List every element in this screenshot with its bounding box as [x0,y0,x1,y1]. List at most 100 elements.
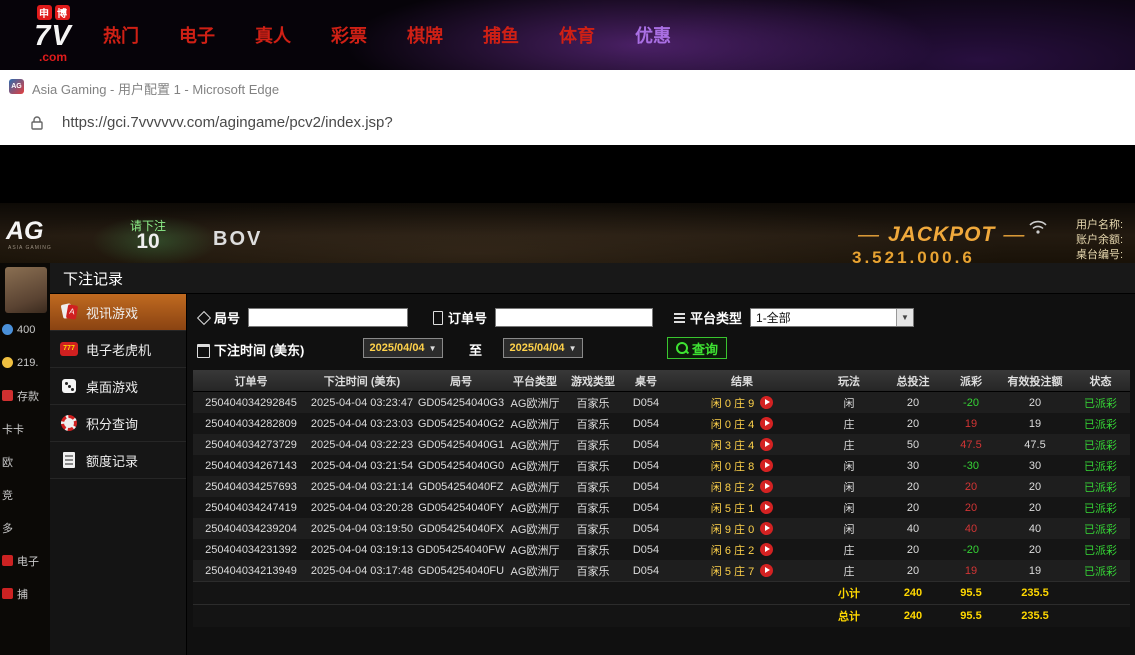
cell-valid_bet: 20 [999,497,1071,518]
replay-button[interactable] [760,500,774,514]
replay-button[interactable] [760,437,774,451]
table-row: 250404034239204 2025-04-04 03:19:50 GD0542… [193,518,1130,539]
replay-button[interactable] [760,563,774,577]
subtotal-row: 小计 240 95.5 235.5 [193,581,1130,605]
screen: 申 博 7V .com 热门 电子 真人 彩票 棋牌 捕鱼 体育 优惠 AG Asia Gam… [0,0,1135,655]
menu-item-桌面游戏[interactable]: 桌面游戏 [50,368,186,405]
cell-status: 已派彩 [1071,497,1130,518]
search-button-label: 查询 [692,341,719,357]
cell-status: 已派彩 [1071,476,1130,497]
platform-filter: 平台类型 1-全部 ▼ [673,306,915,328]
result-text: 闲 6 庄 2 [710,544,755,557]
date-from-picker[interactable]: 2025/04/04 ▼ [363,338,443,358]
column-header: 平台类型 [507,370,563,392]
time-label: 下注时间 (美东) [214,342,305,358]
replay-button[interactable] [760,395,774,409]
menu-item-label: 电子老虎机 [86,342,152,358]
lobby-item[interactable]: 竞 [2,486,49,503]
slot-machine-icon [60,340,78,358]
left-strip: 400 219. 存款卡卡欧竞多电子捕 [2,321,49,618]
browser-titlebar: AG Asia Gaming - 用户配置 1 - Microsoft Edge [0,70,1135,104]
date-to-picker[interactable]: 2025/04/04 ▼ [503,338,583,358]
cell-status: 已派彩 [1071,539,1130,560]
nav-item-真人[interactable]: 真人 [255,22,291,48]
url-text: https://gci.7vvvvvv.com/agingame/pcv2/in… [62,114,393,131]
result-text: 闲 9 庄 0 [710,523,755,536]
user-info-label: 账户余额: [1076,234,1124,246]
cell-game: 百家乐 [563,518,623,539]
video-game-icon [60,303,78,321]
column-header: 订单号 [193,370,309,392]
nav-item-优惠[interactable]: 优惠 [635,22,671,48]
bet-records-table: 订单号 下注时间 (美东) 局号 平台类型 游戏类型 桌号 结果 玩法 总投注 派彩 有效投注额 状态… [193,370,1130,627]
cell-status: 已派彩 [1071,455,1130,476]
table-row: 250404034273729 2025-04-04 03:22:23 GD0542… [193,434,1130,455]
replay-button[interactable] [760,542,774,556]
nav-item-彩票[interactable]: 彩票 [331,22,367,48]
nav-item-捕鱼[interactable]: 捕鱼 [483,22,519,48]
order-input[interactable] [495,307,654,327]
cell-game: 百家乐 [563,539,623,560]
platform-select[interactable]: 1-全部 ▼ [750,307,915,327]
lobby-item[interactable]: 卡卡 [2,420,49,437]
cell-time: 2025-04-04 03:21:54 [309,455,415,476]
summary-payout: 95.5 [943,604,999,627]
search-button[interactable]: 查询 [667,337,728,359]
cell-table: D054 [623,560,669,582]
cell-status: 已派彩 [1071,560,1130,582]
chevron-down-icon: ▼ [896,308,914,326]
lobby-item[interactable]: 存款 [2,387,49,404]
replay-button[interactable] [760,458,774,472]
cell-platform: AG欧洲厅 [507,391,563,413]
menu-item-视讯游戏[interactable]: 视讯游戏 [50,294,186,331]
menu-item-额度记录[interactable]: 额度记录 [50,442,186,479]
points-icon [60,414,78,432]
cell-time: 2025-04-04 03:22:23 [309,434,415,455]
lobby-item[interactable]: 捕 [2,585,49,602]
nav-item-热门[interactable]: 热门 [103,22,139,48]
column-header: 桌号 [623,370,669,392]
avatar[interactable] [5,267,47,313]
order-filter: 订单号 [431,306,654,328]
menu-item-积分查询[interactable]: 积分查询 [50,405,186,442]
column-header: 状态 [1071,370,1130,392]
modal-titlebar: 下注记录 [50,263,1135,294]
lobby-item[interactable]: 欧 [2,453,49,470]
cell-time: 2025-04-04 03:23:47 [309,391,415,413]
replay-button[interactable] [760,479,774,493]
cell-play: 庄 [815,434,883,455]
cell-status: 已派彩 [1071,413,1130,434]
nav-item-电子[interactable]: 电子 [179,22,215,48]
round-input[interactable] [248,307,409,327]
site-logo[interactable]: 申 博 7V .com [22,5,84,63]
menu-item-电子老虎机[interactable]: 电子老虎机 [50,331,186,368]
nav-item-体育[interactable]: 体育 [559,22,595,48]
nav-item-棋牌[interactable]: 棋牌 [407,22,443,48]
cell-valid_bet: 20 [999,476,1071,497]
cell-order_id: 250404034231392 [193,539,309,560]
lobby-item-label: 多 [2,522,13,535]
lobby-item[interactable]: 电子 [2,552,49,569]
menu-item-label: 额度记录 [86,453,139,469]
cell-order_id: 250404034257693 [193,476,309,497]
user-info-label: 桌台编号: [1076,249,1124,261]
replay-button[interactable] [760,521,774,535]
lobby-item[interactable]: 多 [2,519,49,536]
result-text: 闲 8 庄 2 [710,481,755,494]
tag-icon [197,311,210,324]
cell-round: GD054254040FY [415,497,507,518]
round-label: 局号 [214,310,241,326]
studio-name: BOV [213,228,263,250]
cell-payout: -20 [943,539,999,560]
browser-urlbar[interactable]: https://gci.7vvvvvv.com/agingame/pcv2/in… [0,103,1135,145]
lobby-item[interactable]: 400 [2,321,49,338]
date-from-value: 2025/04/04 [369,342,425,354]
cell-status: 已派彩 [1071,434,1130,455]
lock-icon[interactable] [30,115,44,137]
column-header: 局号 [415,370,507,392]
cell-payout: 20 [943,497,999,518]
cell-round: GD054254040G2 [415,413,507,434]
replay-button[interactable] [760,416,774,430]
cell-game: 百家乐 [563,560,623,582]
lobby-item[interactable]: 219. [2,354,49,371]
